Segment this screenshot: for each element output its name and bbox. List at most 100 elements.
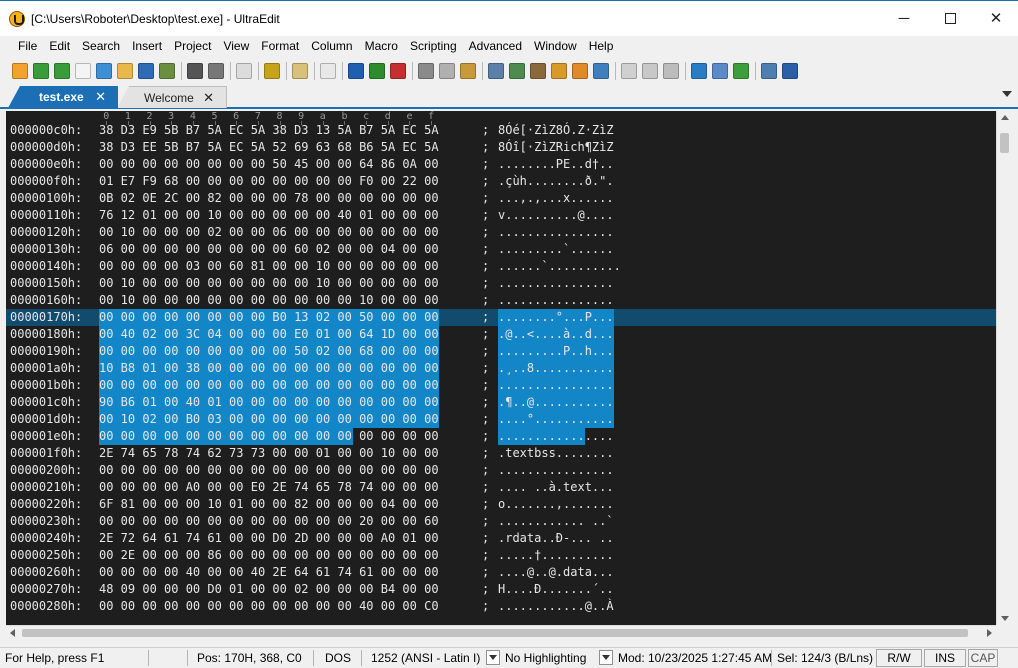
hex-bytes[interactable]: 06 00 00 00 00 00 00 00 00 60 02 00 00 0… (99, 242, 439, 256)
hex-editor[interactable]: 0123456789abcdef 000000c0h: 38 D3 E9 5B B… (6, 111, 996, 625)
menu-macro[interactable]: Macro (365, 39, 398, 53)
ascii-text[interactable]: .¸..8........... (498, 361, 614, 375)
ultraedit-logo-icon[interactable] (9, 10, 25, 27)
tab-close-icon[interactable]: ✕ (203, 90, 214, 106)
menu-edit[interactable]: Edit (49, 39, 70, 53)
scroll-thumb[interactable] (1000, 133, 1009, 153)
hex-bytes[interactable]: 48 09 00 00 00 D0 01 00 00 02 00 00 00 B… (99, 582, 439, 596)
hex-bytes[interactable]: 38 D3 E9 5B B7 5A EC 5A 38 D3 13 5A B7 5… (99, 123, 439, 137)
compile-icon[interactable] (348, 63, 364, 79)
hex-row[interactable]: 00000190h: 00 00 00 00 00 00 00 00 00 50 … (6, 343, 996, 360)
copy-icon[interactable] (439, 63, 455, 79)
print-icon[interactable] (187, 63, 203, 79)
hex-row[interactable]: 000001b0h: 00 00 00 00 00 00 00 00 00 00 … (6, 377, 996, 394)
ftp-icon[interactable] (712, 63, 728, 79)
hex-bytes[interactable]: 01 E7 F9 68 00 00 00 00 00 00 00 00 F0 0… (99, 174, 439, 188)
hex-bytes[interactable]: 00 00 00 00 A0 00 00 E0 2E 74 65 78 74 0… (99, 480, 439, 494)
ascii-text[interactable]: ......`.......... (498, 259, 621, 273)
hex-row[interactable]: 000001f0h: 2E 74 65 78 74 62 73 73 00 00 … (6, 445, 996, 462)
paste-icon[interactable] (460, 63, 476, 79)
ascii-text[interactable]: ....@..@.data... (498, 565, 614, 579)
ascii-text[interactable]: ................ (498, 429, 614, 443)
find-icon[interactable] (488, 63, 504, 79)
hex-row[interactable]: 000000d0h: 38 D3 EE 5B B7 5A EC 5A 52 69 … (6, 139, 996, 156)
menu-column[interactable]: Column (311, 39, 352, 53)
hex-row[interactable]: 00000110h: 76 12 01 00 00 10 00 00 00 00 … (6, 207, 996, 224)
save-icon[interactable] (138, 63, 154, 79)
ascii-text[interactable]: ........PE..d†.. (498, 157, 614, 171)
hex-bytes[interactable]: 2E 72 64 61 74 61 00 00 D0 2D 00 00 00 A… (99, 531, 439, 545)
ascii-text[interactable]: .¶..@........... (498, 395, 614, 409)
hex-row[interactable]: 000001c0h: 90 B6 01 00 40 01 00 00 00 00 … (6, 394, 996, 411)
menu-insert[interactable]: Insert (132, 39, 162, 53)
new-document-icon[interactable] (75, 63, 91, 79)
menu-project[interactable]: Project (174, 39, 211, 53)
hex-bytes[interactable]: 38 D3 EE 5B B7 5A EC 5A 52 69 63 68 B6 5… (99, 140, 439, 154)
hex-bytes[interactable]: 00 00 00 00 00 00 00 00 50 45 00 00 64 8… (99, 157, 439, 171)
vertical-scrollbar[interactable] (996, 111, 1012, 625)
hex-row[interactable]: 00000100h: 0B 02 0E 2C 00 82 00 00 00 78 … (6, 190, 996, 207)
menu-scripting[interactable]: Scripting (410, 39, 457, 53)
hex-bytes[interactable]: 00 10 00 00 00 00 00 00 00 00 10 00 00 0… (99, 276, 439, 290)
close-window-button[interactable]: ✕ (973, 1, 1018, 35)
tile-vertical-icon[interactable] (642, 63, 658, 79)
hex-bytes[interactable]: 2E 74 65 78 74 62 73 73 00 00 01 00 00 1… (99, 446, 439, 460)
hex-row[interactable]: 00000180h: 00 40 02 00 3C 04 00 00 00 E0 … (6, 326, 996, 343)
menu-search[interactable]: Search (82, 39, 120, 53)
scroll-thumb[interactable] (22, 629, 968, 637)
ascii-text[interactable]: ................ (498, 293, 614, 307)
replace-in-files-icon[interactable] (572, 63, 588, 79)
tab-test-exe[interactable]: test.exe ✕ (8, 86, 118, 108)
new-file-icon[interactable] (12, 63, 28, 79)
hex-row[interactable]: 00000210h: 00 00 00 00 A0 00 00 E0 2E 74 … (6, 479, 996, 496)
hex-row[interactable]: 000001e0h: 00 00 00 00 00 00 00 00 00 00 … (6, 428, 996, 445)
hex-bytes[interactable]: 00 00 00 00 00 00 00 00 00 00 00 00 00 0… (99, 378, 439, 392)
print-preview-icon[interactable] (208, 63, 224, 79)
menu-format[interactable]: Format (261, 39, 299, 53)
hex-row[interactable]: 000000e0h: 00 00 00 00 00 00 00 00 50 45 … (6, 156, 996, 173)
hex-row[interactable]: 000001d0h: 00 10 02 00 B0 03 00 00 00 00 … (6, 411, 996, 428)
ascii-text[interactable]: ...,.‚...x...... (498, 191, 614, 205)
save-as-icon[interactable] (159, 63, 175, 79)
hex-bytes[interactable]: 00 00 00 00 40 00 00 40 2E 64 61 74 61 0… (99, 565, 439, 579)
minimize-button[interactable]: ─ (881, 1, 927, 35)
cut-icon[interactable] (418, 63, 434, 79)
hex-row[interactable]: 00000130h: 06 00 00 00 00 00 00 00 00 60 … (6, 241, 996, 258)
open-folder-alt-icon[interactable] (117, 63, 133, 79)
hex-row[interactable]: 000001a0h: 10 B8 01 00 38 00 00 00 00 00 … (6, 360, 996, 377)
horizontal-scrollbar[interactable] (6, 625, 996, 640)
ascii-text[interactable]: ............@..À (498, 599, 614, 613)
forward-icon[interactable] (54, 63, 70, 79)
hex-bytes[interactable]: 00 00 00 00 00 00 00 00 00 00 00 00 40 0… (99, 599, 439, 613)
insert-mode-toggle[interactable]: INS (924, 649, 966, 667)
scroll-down-icon[interactable] (1001, 616, 1009, 621)
rw-toggle[interactable]: R/W (876, 649, 922, 667)
hex-bytes[interactable]: 10 B8 01 00 38 00 00 00 00 00 00 00 00 0… (99, 361, 439, 375)
cascade-icon[interactable] (663, 63, 679, 79)
hex-bytes[interactable]: 00 10 00 00 00 02 00 00 06 00 00 00 00 0… (99, 225, 439, 239)
status-highlighting[interactable]: No Highlighting (505, 651, 586, 665)
status-line-ending[interactable]: DOS (325, 651, 351, 665)
hex-mode-icon[interactable] (264, 63, 280, 79)
ascii-text[interactable]: 8Óé[·ZìZ8Ó.Z·ZìZ (498, 123, 614, 137)
ascii-text[interactable]: .... ..à.text... (498, 480, 614, 494)
ascii-text[interactable]: 8Óî[·ZìZRich¶ZìZ (498, 140, 614, 154)
hex-bytes[interactable]: 00 00 00 00 00 00 00 00 00 00 00 00 00 0… (99, 429, 439, 443)
hex-row[interactable]: 00000170h: 00 00 00 00 00 00 00 00 B0 13 … (6, 309, 996, 326)
back-icon[interactable] (33, 63, 49, 79)
hex-bytes[interactable]: 00 00 00 00 00 00 00 00 00 50 02 00 68 0… (99, 344, 439, 358)
hex-bytes[interactable]: 00 2E 00 00 00 86 00 00 00 00 00 00 00 0… (99, 548, 439, 562)
column-mode-icon[interactable] (292, 63, 308, 79)
tab-close-icon[interactable]: ✕ (95, 89, 106, 105)
hex-row[interactable]: 00000140h: 00 00 00 00 03 00 60 81 00 00 … (6, 258, 996, 275)
web-browser-icon[interactable] (691, 63, 707, 79)
ascii-text[interactable]: .@..<....à..d... (498, 327, 614, 341)
word-wrap-icon[interactable] (320, 63, 336, 79)
document-list-icon[interactable] (236, 63, 252, 79)
scroll-left-icon[interactable] (10, 629, 15, 637)
menu-window[interactable]: Window (534, 39, 577, 53)
hex-bytes[interactable]: 00 10 00 00 00 00 00 00 00 00 00 00 10 0… (99, 293, 439, 307)
hex-row[interactable]: 000000c0h: 38 D3 E9 5B B7 5A EC 5A 38 D3 … (6, 122, 996, 139)
hex-row[interactable]: 00000160h: 00 10 00 00 00 00 00 00 00 00 … (6, 292, 996, 309)
tab-welcome[interactable]: Welcome ✕ (117, 86, 227, 108)
